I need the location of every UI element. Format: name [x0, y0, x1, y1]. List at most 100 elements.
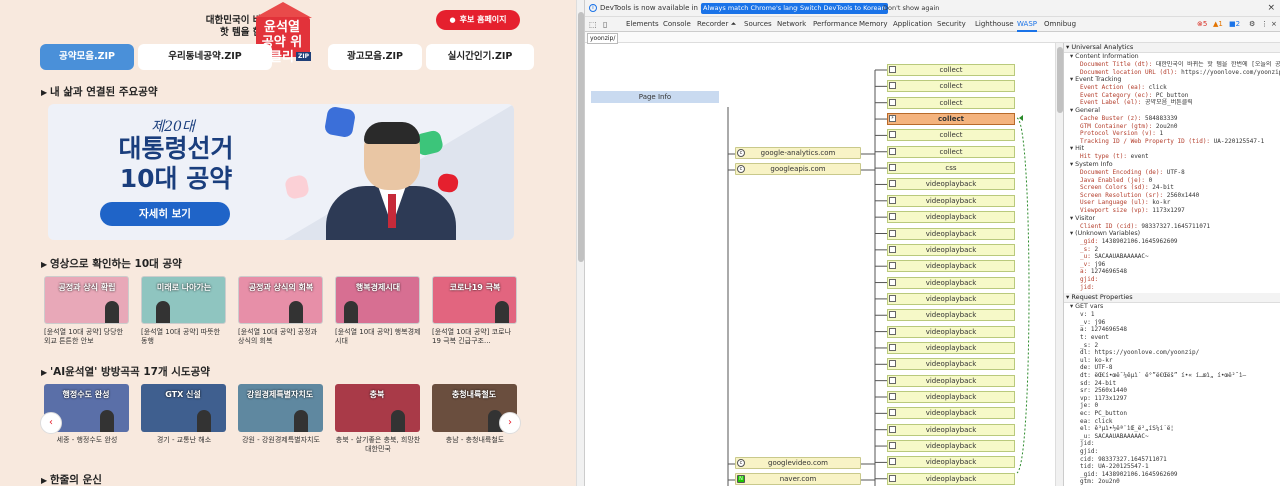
video-card[interactable]: 행복경제시대 [윤석열 10대 공약] 행복경제시대	[335, 276, 420, 346]
checkbox-icon[interactable]	[889, 343, 896, 351]
page-info-node[interactable]: Page Info	[591, 91, 719, 103]
devtools-tab-application[interactable]: Application	[893, 17, 932, 32]
pledge-banner[interactable]: 제20대 대통령선거 10대 공약 자세히 보기	[48, 104, 514, 240]
devtools-tab-memory[interactable]: Memory	[859, 17, 887, 32]
ua-section-header[interactable]: General	[1064, 107, 1280, 115]
region-card[interactable]: GTX 신설 경기 - 교통난 해소	[141, 384, 226, 454]
device-toggle-icon[interactable]: ▯	[603, 20, 612, 29]
request-node[interactable]: videoplayback	[887, 260, 1015, 273]
checkbox-icon[interactable]	[889, 458, 896, 466]
checkbox-icon[interactable]	[889, 180, 896, 188]
ua-section-header[interactable]: (Unknown Variables)	[1064, 230, 1280, 238]
request-properties-header[interactable]: ▾ Request Properties	[1064, 293, 1280, 304]
checkbox-icon[interactable]	[889, 98, 896, 106]
request-node[interactable]: videoplayback	[887, 243, 1015, 256]
error-count[interactable]: ⊗5	[1197, 17, 1207, 32]
checkbox-icon[interactable]	[889, 229, 896, 237]
checkbox-icon[interactable]	[889, 311, 896, 319]
region-card[interactable]: 충북 충북 - 살기좋은 충북, 희망찬 대한민국	[335, 384, 420, 454]
checkbox-icon[interactable]	[889, 196, 896, 204]
video-card[interactable]: 미래로 나아가는 [윤석열 10대 공약] 따뜻한 동행	[141, 276, 226, 346]
devtools-tab-performance[interactable]: Performance	[813, 17, 857, 32]
close-icon[interactable]: ×	[1267, 0, 1275, 17]
checkbox-icon[interactable]	[889, 213, 896, 221]
checkbox-icon[interactable]	[889, 82, 896, 90]
tab-pledges-zip[interactable]: 공약모음.ZIP	[40, 44, 134, 70]
request-node[interactable]: videoplayback	[887, 194, 1015, 207]
switch-korean-button[interactable]: Switch DevTools to Korean	[798, 3, 888, 14]
domain-node[interactable]: c googleapis.com	[735, 163, 861, 175]
devtools-tab-omnibug[interactable]: Omnibug	[1044, 17, 1076, 32]
request-node[interactable]: ⚡ collect	[887, 113, 1015, 126]
settings-icon[interactable]: ⚙	[1249, 17, 1255, 32]
request-node[interactable]: videoplayback	[887, 472, 1015, 485]
devtools-tab-security[interactable]: Security	[937, 17, 966, 32]
checkbox-icon[interactable]	[889, 360, 896, 368]
ua-section-header[interactable]: System Info	[1064, 161, 1280, 169]
carousel-next-icon[interactable]: ›	[499, 412, 521, 434]
domain-node[interactable]: Nnaver.com	[735, 473, 861, 485]
devtools-tab-recorder[interactable]: Recorder ⏶	[697, 17, 736, 32]
request-node[interactable]: videoplayback	[887, 178, 1015, 191]
domain-node[interactable]: c google-analytics.com	[735, 147, 861, 159]
request-node[interactable]: css	[887, 162, 1015, 175]
request-node[interactable]: videoplayback	[887, 211, 1015, 224]
warning-count[interactable]: ▲1	[1213, 17, 1223, 32]
request-node[interactable]: videoplayback	[887, 374, 1015, 387]
tab-popular-zip[interactable]: 실시간인기.ZIP	[426, 44, 534, 70]
ua-section-header[interactable]: Content Information	[1064, 53, 1280, 61]
domain-node[interactable]: c googlevideo.com	[735, 457, 861, 469]
request-node[interactable]: videoplayback	[887, 276, 1015, 289]
checkbox-icon[interactable]	[889, 131, 896, 139]
ua-section-header[interactable]: Event Tracking	[1064, 76, 1280, 84]
carousel-prev-icon[interactable]: ‹	[40, 412, 62, 434]
request-node[interactable]: videoplayback	[887, 227, 1015, 240]
close-devtools-icon[interactable]: ×	[1271, 17, 1277, 32]
request-node[interactable]: videoplayback	[887, 341, 1015, 354]
request-node[interactable]: collect	[887, 80, 1015, 93]
checkbox-icon[interactable]	[889, 376, 896, 384]
checkbox-icon[interactable]	[889, 66, 896, 73]
devtools-tab-wasp[interactable]: WASP	[1017, 17, 1037, 32]
checkbox-icon[interactable]	[889, 474, 896, 482]
request-node[interactable]: videoplayback	[887, 325, 1015, 338]
checkbox-icon[interactable]	[889, 393, 896, 400]
ua-section-header[interactable]: Visitor	[1064, 215, 1280, 223]
request-node[interactable]: videoplayback	[887, 423, 1015, 436]
request-node[interactable]: collect	[887, 129, 1015, 142]
devtools-tab-sources[interactable]: Sources	[744, 17, 772, 32]
request-node[interactable]: videoplayback	[887, 407, 1015, 420]
checkbox-icon[interactable]	[889, 442, 896, 450]
website-scrollbar[interactable]	[576, 0, 584, 486]
graph-scrollbar[interactable]	[1055, 43, 1063, 486]
issues-count[interactable]: ■2	[1229, 17, 1240, 32]
devtools-tab-elements[interactable]: Elements	[626, 17, 659, 32]
more-icon[interactable]: ⋮	[1261, 17, 1268, 32]
request-node[interactable]: videoplayback	[887, 309, 1015, 322]
request-node[interactable]: videoplayback	[887, 292, 1015, 305]
video-card[interactable]: 공정과 상식 확립 [윤석열 10대 공약] 당당한 외교 튼튼한 안보	[44, 276, 129, 346]
checkbox-icon[interactable]	[889, 294, 896, 302]
dont-show-button[interactable]: Don't show again	[881, 3, 941, 14]
candidate-homepage-button[interactable]: 후보 홈페이지	[436, 10, 520, 30]
request-node[interactable]: videoplayback	[887, 358, 1015, 371]
checkbox-icon[interactable]	[889, 409, 896, 417]
edit-icon[interactable]: ⚡	[889, 115, 896, 123]
ua-section-header[interactable]: Hit	[1064, 145, 1280, 153]
request-node[interactable]: collect	[887, 64, 1015, 76]
checkbox-icon[interactable]	[889, 327, 896, 335]
devtools-tab-console[interactable]: Console	[663, 17, 691, 32]
checkbox-icon[interactable]	[889, 425, 896, 433]
checkbox-icon[interactable]	[889, 245, 896, 253]
panel-title[interactable]: ▾ Universal Analytics	[1064, 43, 1280, 53]
video-card[interactable]: 공정과 상식의 회복 [윤석열 10대 공약] 공정과 상식의 회복	[238, 276, 323, 346]
devtools-tab-lighthouse[interactable]: Lighthouse	[975, 17, 1014, 32]
region-card[interactable]: 강원경제특별자치도 강원 - 강원경제특별자치도	[238, 384, 323, 454]
request-node[interactable]: videoplayback	[887, 456, 1015, 469]
tab-ads-zip[interactable]: 광고모음.ZIP	[328, 44, 422, 70]
request-node[interactable]: videoplayback	[887, 440, 1015, 453]
tab-neighborhood-zip[interactable]: 우리동네공약.ZIP	[138, 44, 272, 70]
checkbox-icon[interactable]	[889, 262, 896, 270]
video-card[interactable]: 코로나19 극복 [윤석열 10대 공약] 코로나19 극복 긴급구조...	[432, 276, 517, 346]
inspect-icon[interactable]: ⬚	[589, 20, 598, 29]
